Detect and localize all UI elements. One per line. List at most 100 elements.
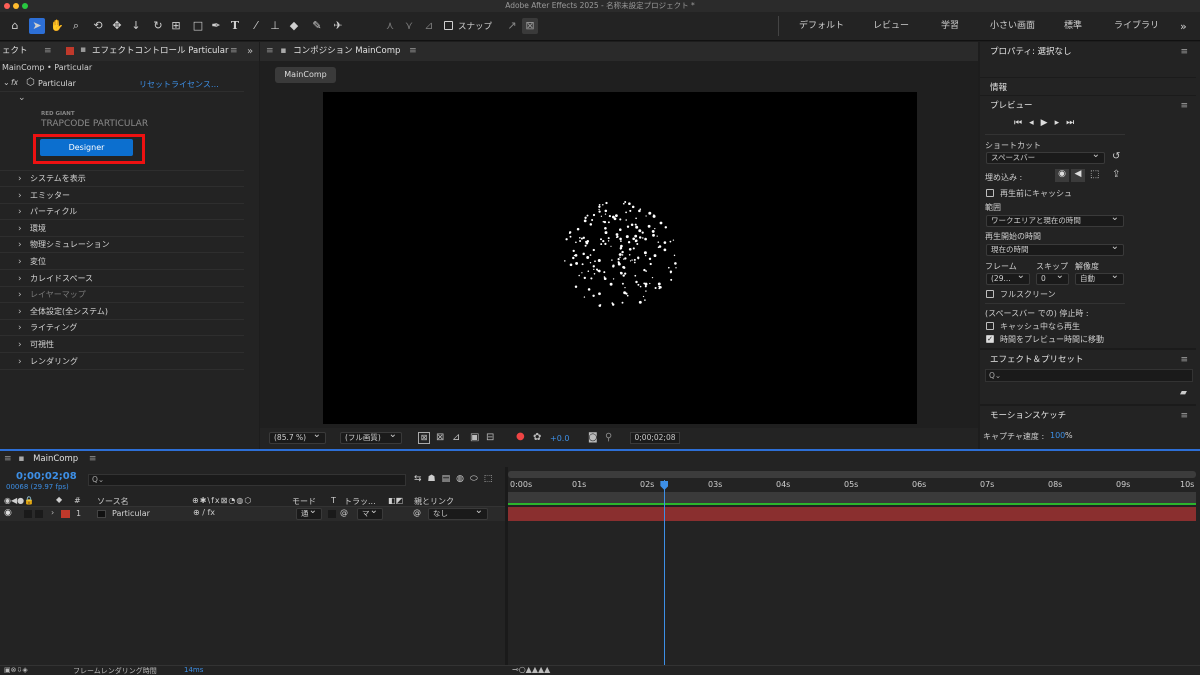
workspace-standard[interactable]: 標準 bbox=[1064, 12, 1082, 41]
expand-chevron-icon[interactable]: › bbox=[18, 271, 22, 287]
effect-section-row[interactable]: › 物理シミュレーション bbox=[0, 237, 244, 254]
frame-blending-icon[interactable]: ▤ bbox=[442, 474, 457, 484]
grid-toggle-icon[interactable]: ▣ bbox=[470, 432, 479, 443]
rotation-tool-icon[interactable]: ↻ bbox=[150, 18, 166, 34]
pan-camera-icon[interactable]: ✥ bbox=[109, 18, 125, 34]
clone-stamp-tool-icon[interactable]: ⊥ bbox=[267, 18, 283, 34]
snap-checkbox[interactable] bbox=[444, 21, 453, 30]
panel-menu-icon[interactable]: ≡ bbox=[4, 454, 12, 464]
brush-tool-icon[interactable]: ⁄ bbox=[248, 18, 264, 34]
timeline-tab[interactable]: MainComp bbox=[33, 454, 78, 464]
workspace-overflow-icon[interactable]: » bbox=[1180, 12, 1187, 41]
mask-visibility-icon[interactable]: ⊿ bbox=[452, 432, 460, 443]
axis-view-icon[interactable]: ⊿ bbox=[421, 18, 437, 34]
last-frame-icon[interactable]: ⏭ bbox=[1066, 118, 1081, 128]
panel-overflow-icon[interactable]: » bbox=[247, 42, 253, 61]
first-frame-icon[interactable]: ⏮ bbox=[1014, 118, 1029, 128]
new-folder-icon[interactable]: ▰ bbox=[1180, 388, 1187, 398]
draft-3d-icon[interactable]: ⇆ bbox=[414, 474, 428, 484]
zoom-window-button[interactable] bbox=[22, 3, 28, 9]
expand-chevron-icon[interactable]: › bbox=[18, 320, 22, 336]
workspace-review[interactable]: レビュー bbox=[873, 12, 909, 41]
zoom-tool-icon[interactable]: ⌕ bbox=[68, 18, 84, 34]
workspace-libraries[interactable]: ライブラリ bbox=[1114, 12, 1159, 41]
col-parent[interactable]: 親とリンク bbox=[414, 496, 454, 507]
layer-label-color[interactable] bbox=[61, 510, 70, 518]
expand-chevron-icon[interactable]: ⌄ bbox=[3, 78, 10, 87]
cache-before-checkbox[interactable] bbox=[986, 189, 994, 197]
expand-chevron-icon[interactable]: › bbox=[18, 254, 22, 270]
snap-grid-icon[interactable]: ⊠ bbox=[522, 18, 538, 34]
layer-mode-dropdown[interactable]: 通 bbox=[296, 506, 322, 520]
effect-section-row[interactable]: › レンダリング bbox=[0, 354, 244, 370]
panel-menu-icon[interactable]: ≡ bbox=[1180, 406, 1188, 426]
expand-chevron-icon[interactable]: › bbox=[18, 188, 22, 204]
eye-visibility-icon[interactable]: ◉ bbox=[4, 508, 12, 518]
stop-option1-checkbox[interactable] bbox=[986, 322, 994, 330]
color-management-icon[interactable]: ✿ bbox=[533, 432, 541, 443]
effect-section-row[interactable]: › ライティング bbox=[0, 320, 244, 337]
lock-icon[interactable]: ▪ bbox=[280, 46, 286, 56]
eraser-tool-icon[interactable]: ◆ bbox=[286, 18, 302, 34]
graph-editor-icon[interactable]: ⬭ bbox=[470, 474, 484, 484]
stop-option2-checkbox[interactable]: ✓ bbox=[986, 335, 994, 343]
track-matte-link-icon[interactable]: @ bbox=[340, 508, 348, 517]
effect-controls-tab[interactable]: エフェクトコントロール Particular bbox=[92, 42, 228, 61]
puppet-pin-tool-icon[interactable]: ✈ bbox=[330, 18, 346, 34]
workspace-learn[interactable]: 学習 bbox=[941, 12, 959, 41]
effect-section-row[interactable]: › 変位 bbox=[0, 254, 244, 270]
start-dropdown[interactable]: 現在の時間 bbox=[986, 242, 1124, 256]
panel-menu-icon[interactable]: ≡ bbox=[44, 42, 52, 61]
workspace-default[interactable]: デフォルト bbox=[799, 12, 844, 41]
color-channels-icon[interactable]: ● bbox=[516, 431, 525, 442]
fullscreen-checkbox[interactable] bbox=[986, 290, 994, 298]
status-icons[interactable]: ▣⊗⇩◈ bbox=[4, 666, 28, 674]
export-icon[interactable]: ⇪ bbox=[1112, 169, 1120, 180]
range-dropdown[interactable]: ワークエリアと現在の時間 bbox=[986, 213, 1124, 227]
effects-search-input[interactable]: Q⌄ bbox=[985, 369, 1193, 382]
frame-dropdown[interactable]: (29... bbox=[986, 271, 1030, 285]
minimize-window-button[interactable] bbox=[13, 3, 19, 9]
timeline-timecode[interactable]: 0;00;02;08 bbox=[16, 471, 77, 482]
panel-menu-icon[interactable]: ≡ bbox=[266, 46, 274, 56]
panel-menu-icon[interactable]: ≡ bbox=[89, 454, 97, 464]
effect-section-row[interactable]: › レイヤーマップ bbox=[0, 287, 244, 304]
orbit-camera-icon[interactable]: ⟲ bbox=[90, 18, 106, 34]
expand-chevron-icon[interactable]: › bbox=[18, 354, 22, 370]
shortcut-dropdown[interactable]: スペースバー bbox=[986, 150, 1105, 164]
quality-dropdown[interactable]: (フル画質) bbox=[340, 430, 402, 444]
workspace-small-screen[interactable]: 小さい画面 bbox=[990, 12, 1035, 41]
toggle-transparency-icon[interactable]: ⊠ bbox=[418, 432, 430, 444]
preserve-transparency-switch[interactable] bbox=[328, 510, 336, 518]
composition-tab[interactable]: コンポジション MainComp bbox=[293, 46, 400, 56]
pen-tool-icon[interactable]: ✒ bbox=[208, 18, 224, 34]
panel-menu-icon[interactable]: ≡ bbox=[409, 46, 417, 56]
previous-frame-icon[interactable]: ◂ bbox=[1029, 118, 1041, 128]
roto-brush-tool-icon[interactable]: ✎ bbox=[309, 18, 325, 34]
axis-local-icon[interactable]: ⋏ bbox=[382, 18, 398, 34]
type-tool-icon[interactable]: T bbox=[227, 18, 243, 34]
effect-section-row[interactable]: › システムを表示 bbox=[0, 171, 244, 187]
axis-world-icon[interactable]: ⋎ bbox=[401, 18, 417, 34]
next-frame-icon[interactable]: ▸ bbox=[1055, 118, 1067, 128]
col-source-name[interactable]: ソース名 bbox=[97, 496, 129, 507]
graph-toggle-icon[interactable]: ⬚ bbox=[484, 474, 499, 484]
fx-toggle-icon[interactable]: fx bbox=[11, 78, 18, 87]
expand-chevron-icon[interactable]: ⌄ bbox=[18, 93, 26, 103]
motion-blur-icon[interactable]: ◍ bbox=[456, 474, 470, 484]
layer-switches-icons[interactable]: ⊕ / fx bbox=[193, 508, 215, 517]
panel-menu-icon[interactable]: ≡ bbox=[230, 42, 238, 61]
comp-timecode[interactable]: 0;00;02;08 bbox=[630, 432, 680, 444]
region-of-interest-icon[interactable]: ⊠ bbox=[436, 432, 444, 443]
lock-icon[interactable]: ▪ bbox=[80, 41, 86, 60]
exposure-value[interactable]: +0.0 bbox=[550, 434, 569, 443]
shy-layers-icon[interactable]: ☗ bbox=[428, 474, 442, 484]
play-icon[interactable]: ▶ bbox=[1041, 118, 1055, 128]
effect-header-row[interactable]: ⌄ fx ⬡ Particular リセット ライセンス… bbox=[0, 76, 244, 92]
snapshot-camera-icon[interactable]: ◙ bbox=[588, 432, 598, 443]
home-icon[interactable]: ⌂ bbox=[7, 18, 23, 34]
parent-dropdown[interactable]: なし bbox=[428, 506, 488, 520]
effects-prev-tab[interactable]: ェクト bbox=[2, 42, 28, 61]
info-title[interactable]: 情報 bbox=[990, 83, 1007, 93]
expand-chevron-icon[interactable]: › bbox=[18, 304, 22, 320]
